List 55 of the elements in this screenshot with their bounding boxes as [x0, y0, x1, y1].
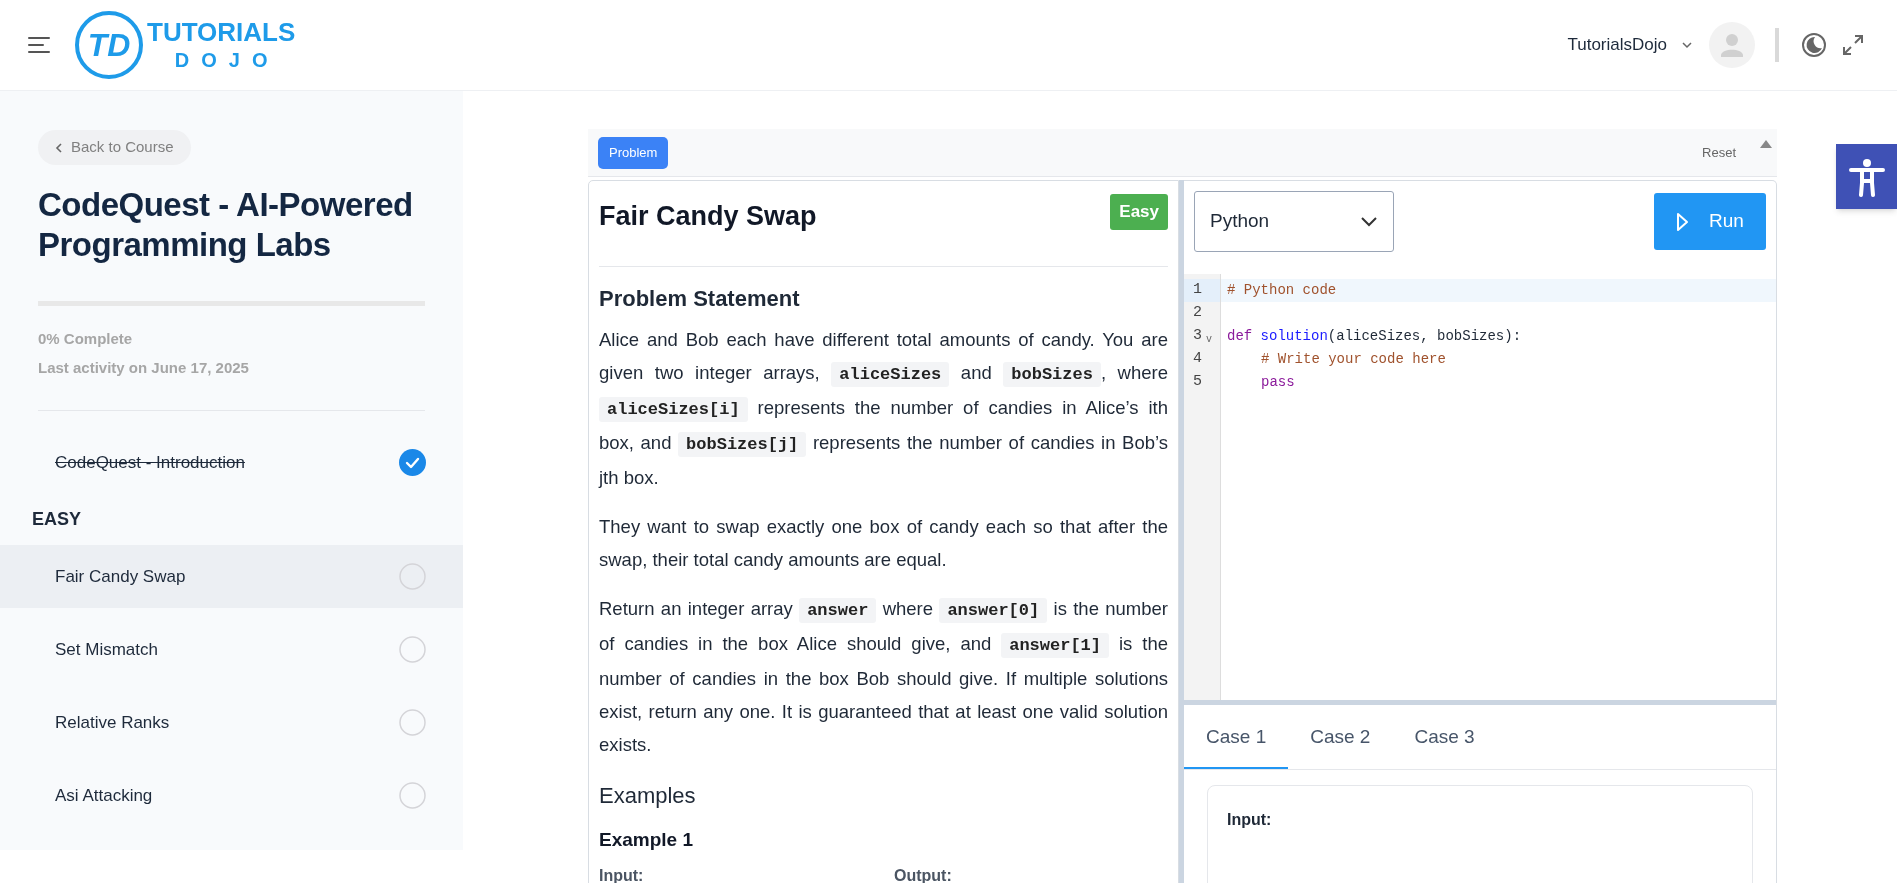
empty-circle-icon	[399, 563, 426, 590]
user-name[interactable]: TutorialsDojo	[1567, 32, 1667, 58]
accessibility-icon	[1847, 156, 1886, 197]
example-title: Example 1	[599, 827, 694, 852]
language-select[interactable]: Python	[1194, 191, 1394, 252]
case-tab[interactable]: Case 3	[1392, 707, 1497, 769]
back-button[interactable]: Back to Course	[38, 130, 191, 165]
brand-name: TUTORIALS	[147, 17, 296, 47]
empty-circle-icon	[399, 636, 426, 663]
chevron-down-icon[interactable]	[1681, 41, 1693, 49]
case-tab[interactable]: Case 2	[1288, 707, 1393, 769]
empty-circle-icon	[399, 709, 426, 736]
case-tab[interactable]: Case 1	[1184, 707, 1289, 769]
problem-tab[interactable]: Problem	[598, 136, 669, 169]
lesson-title: Relative Ranks	[55, 711, 170, 734]
code-line: # Write your code here	[1261, 349, 1446, 369]
course-title: CodeQuest - AI-Powered Programming Labs	[38, 185, 414, 265]
brand-subtitle: DOJO	[173, 48, 280, 73]
section-heading: Problem Statement	[599, 284, 801, 313]
lesson-title: Asi Attacking	[55, 784, 153, 807]
input-label: Input:	[1227, 810, 1272, 828]
line-number: 5	[1193, 371, 1202, 392]
section-heading: EASY	[31, 508, 83, 531]
paragraph: Alice and Bob each have different total amounts of candy. You are given two integer arrays, aliceSizes and bobSizes , where aliceSizes[i] represents the number of candies in Alice’s ith box, and bobSizes[j] represents the number of candies in Bob’s jth box.	[599, 327, 1168, 490]
accessibility-button[interactable]	[1836, 144, 1897, 209]
lesson-title: Set Mismatch	[55, 638, 158, 661]
empty-circle-icon	[399, 782, 426, 809]
code-line: # Python code	[1227, 280, 1337, 300]
difficulty-badge: Easy	[1110, 194, 1168, 230]
line-number: 3	[1193, 325, 1202, 346]
code-line: def solution(aliceSizes, bobSizes):	[1227, 326, 1522, 346]
lesson-title: CodeQuest - Introduction	[55, 451, 245, 474]
problem-title: Fair Candy Swap	[599, 200, 817, 233]
paragraph: They want to swap exactly one box of candy each so that after the swap, their total candy amounts are equal.	[599, 514, 1168, 572]
fold-marker[interactable]: v	[1206, 331, 1213, 347]
line-number: 1	[1193, 279, 1202, 300]
line-number: 4	[1193, 348, 1202, 369]
expand-icon[interactable]	[1841, 33, 1865, 57]
moon-icon[interactable]	[1801, 32, 1827, 58]
scroll-up-icon[interactable]	[1759, 139, 1773, 149]
logo-mark: TD	[75, 11, 143, 79]
play-icon	[1676, 211, 1690, 232]
check-icon	[399, 449, 426, 476]
lesson-item[interactable]: Fair Candy Swap	[0, 545, 463, 608]
menu-icon[interactable]	[28, 36, 50, 54]
lesson-title: Fair Candy Swap	[55, 565, 186, 588]
chevron-left-icon	[55, 141, 63, 154]
code-line: pass	[1261, 372, 1295, 392]
line-number: 2	[1193, 302, 1202, 323]
reset-button[interactable]: Reset	[1702, 142, 1736, 163]
progress-text: 0% Complete	[38, 329, 134, 349]
last-activity-text: Last activity on June 17, 2025	[38, 357, 250, 378]
paragraph: Return an integer array answer where answer[0] is the number of candies in the box Alice should give, and answer[1] is the number of candies in the box Bob should give. If multiple solutions exist, return any one. It is guaranteed that at least one valid solution exists.	[599, 596, 1168, 757]
chevron-down-icon	[1360, 216, 1378, 227]
section-heading: Examples	[599, 781, 697, 810]
